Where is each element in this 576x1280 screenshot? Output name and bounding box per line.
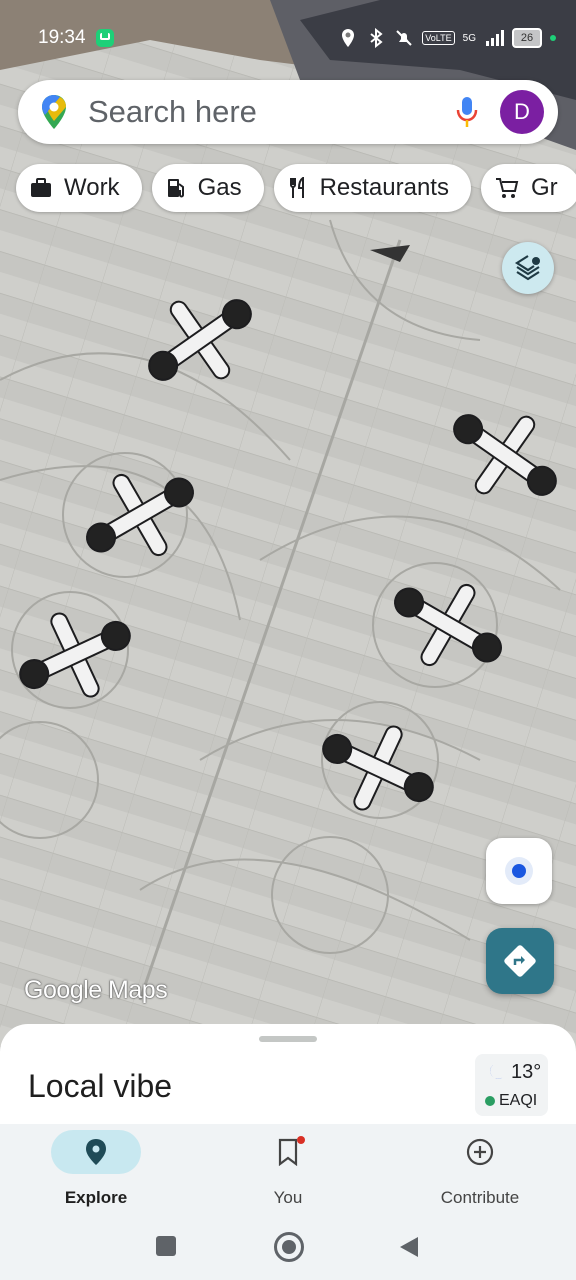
chip-label: Gr	[530, 174, 558, 201]
mute-bell-icon	[396, 30, 413, 46]
nav-you[interactable]: You	[208, 1130, 368, 1208]
battery-icon: 26	[512, 28, 542, 48]
cart-icon	[495, 178, 519, 198]
network-type: 5G	[462, 32, 476, 44]
google-maps-watermark: Google Maps	[24, 976, 168, 1004]
location-icon	[342, 29, 355, 47]
chip-label: Gas	[197, 174, 242, 201]
bluetooth-icon	[370, 28, 383, 48]
status-time: 19:34	[38, 27, 86, 48]
home-circle-icon[interactable]	[274, 1232, 304, 1262]
chip-label: Restaurants	[319, 174, 449, 201]
aqi-dot-icon	[485, 1096, 495, 1106]
nav-you-pill	[243, 1130, 333, 1174]
explore-pin-icon	[86, 1139, 106, 1165]
volte-badge: VoLTE	[422, 31, 455, 45]
category-chips: Work Gas Restaurants Gr	[16, 164, 576, 212]
nav-explore[interactable]: Explore	[16, 1130, 176, 1208]
location-dot-icon	[505, 857, 533, 885]
charging-dot-icon	[550, 35, 556, 41]
aqi-row: EAQI	[485, 1092, 537, 1110]
aqi-label: EAQI	[499, 1092, 538, 1109]
back-triangle-icon[interactable]	[398, 1235, 420, 1259]
chip-groceries[interactable]: Gr	[480, 164, 576, 212]
microphone-icon[interactable]	[456, 95, 478, 129]
add-circle-icon	[466, 1138, 494, 1166]
avatar[interactable]: D	[500, 90, 544, 134]
directions-icon	[504, 945, 536, 977]
search-input[interactable]: Search here	[88, 94, 456, 130]
chip-work[interactable]: Work	[16, 164, 142, 212]
briefcase-icon	[31, 178, 51, 197]
layers-button[interactable]	[502, 242, 554, 294]
system-navigation-bar	[0, 1224, 576, 1268]
layers-icon	[514, 255, 540, 281]
fork-knife-icon	[289, 177, 304, 198]
directions-button[interactable]	[486, 928, 554, 994]
sheet-title: Local vibe	[28, 1068, 173, 1104]
weather-badge[interactable]: 13° EAQI	[475, 1054, 548, 1116]
status-icons: VoLTE 5G 26	[338, 28, 556, 48]
nav-contribute-pill	[435, 1130, 525, 1174]
google-maps-pin-icon	[42, 95, 66, 129]
chip-restaurants[interactable]: Restaurants	[273, 164, 471, 212]
search-bar[interactable]: Search here D	[18, 80, 558, 144]
nav-label: Contribute	[440, 1188, 520, 1207]
nav-explore-pill	[51, 1130, 141, 1174]
security-shield-icon	[95, 29, 114, 47]
moon-icon	[490, 1064, 503, 1079]
signal-icon	[486, 30, 504, 46]
sheet-drag-handle[interactable]	[259, 1036, 317, 1042]
weather-temp: 13°	[511, 1061, 542, 1083]
nav-label: Explore	[64, 1188, 128, 1207]
notification-dot	[297, 1136, 305, 1144]
status-bar: 19:34 VoLTE 5G 26	[38, 22, 556, 54]
nav-contribute[interactable]: Contribute	[400, 1130, 560, 1208]
bookmark-icon	[278, 1138, 298, 1166]
weather-temp-row: 13°	[485, 1061, 541, 1084]
chip-label: Work	[64, 174, 120, 201]
map-satellite-view[interactable]	[0, 0, 576, 1060]
gas-pump-icon	[167, 179, 184, 198]
recents-square-icon[interactable]	[156, 1236, 176, 1256]
chip-gas[interactable]: Gas	[151, 164, 264, 212]
my-location-button[interactable]	[486, 838, 552, 904]
nav-label: You	[273, 1188, 303, 1207]
bottom-sheet[interactable]: Local vibe 13° EAQI	[0, 1024, 576, 1134]
